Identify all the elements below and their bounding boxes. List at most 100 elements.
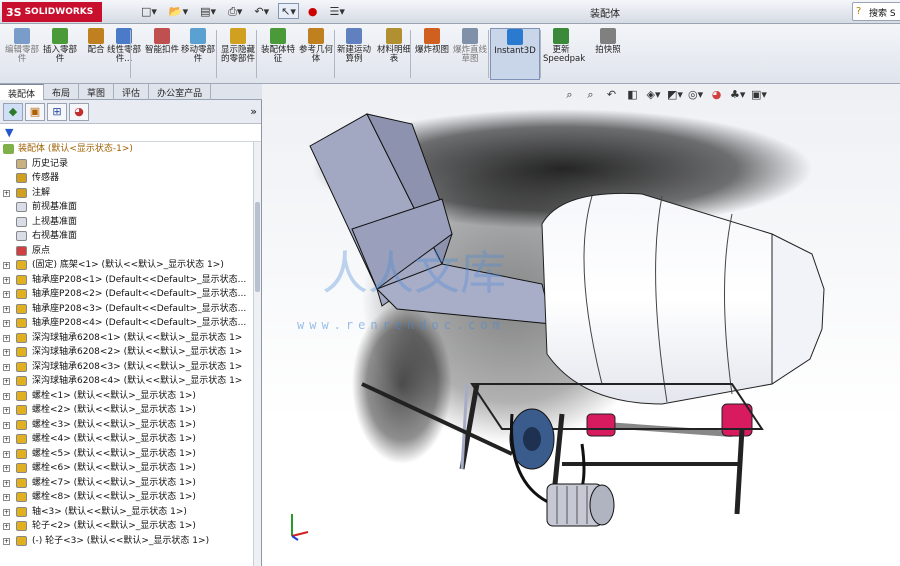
tree-item[interactable]: 原点 (0, 244, 256, 259)
tree-scrollbar[interactable] (253, 142, 261, 566)
tree-root[interactable]: 装配体 (默认<显示状态-1>) (0, 142, 256, 157)
display-manager-icon[interactable]: ◕ (69, 102, 89, 121)
tab-0[interactable]: 装配体 (0, 84, 45, 100)
command-linear-pattern[interactable]: 线性零部件... (106, 28, 142, 80)
command-label: 装配体特征 (260, 45, 295, 64)
command-smart-fastener[interactable]: 智能扣件 (144, 28, 180, 80)
command-assembly-feature[interactable]: 装配体特征 (260, 28, 296, 80)
search-input[interactable]: ? 搜索 S (852, 2, 900, 21)
expand-icon[interactable]: + (3, 262, 10, 269)
expand-icon[interactable]: + (3, 508, 10, 516)
tab-1[interactable]: 布局 (44, 84, 80, 100)
command-show-hidden[interactable]: 显示隐藏的零部件 (220, 28, 256, 80)
command-speedpak[interactable]: 更新Speedpak (543, 28, 585, 80)
tree-item[interactable]: + 螺栓<7> (默认<<默认>_显示状态 1>) (0, 476, 256, 491)
solidworks-window: 3S SOLIDWORKS □▾ 📂▾ ▤▾ ⎙▾ ↶▾ ↖▾ ● ☰▾ 装配体… (0, 0, 900, 566)
motor-coupling-left (586, 413, 616, 437)
tree-item[interactable]: + 深沟球轴承6208<3> (默认<<默认>_显示状态 1> (0, 360, 256, 375)
command-reference-geometry[interactable]: 参考几何体 (298, 28, 334, 80)
tree-item[interactable]: + 螺栓<2> (默认<<默认>_显示状态 1>) (0, 403, 256, 418)
tree-item-label: 前视基准面 (32, 202, 78, 212)
tree-item[interactable]: + 深沟球轴承6208<1> (默认<<默认>_显示状态 1> (0, 331, 256, 346)
tab-4[interactable]: 办公室产品 (149, 84, 212, 100)
tree-item[interactable]: + 螺栓<5> (默认<<默认>_显示状态 1>) (0, 447, 256, 462)
expand-icon[interactable]: + (3, 320, 10, 327)
tree-item[interactable]: + (固定) 底架<1> (默认<<默认>_显示状态 1>) (0, 258, 256, 273)
expand-icon[interactable]: + (3, 450, 10, 458)
command-move-component[interactable]: 移动零部件 (180, 28, 216, 80)
expand-icon[interactable]: + (3, 305, 10, 313)
tree-item[interactable]: + 轴承座P208<3> (Default<<Default>_显示状态... (0, 302, 256, 317)
command-explode-view[interactable]: 爆炸视图 (414, 28, 450, 80)
tree-item[interactable]: + 螺栓<6> (默认<<默认>_显示状态 1>) (0, 461, 256, 476)
expand-icon[interactable]: + (3, 363, 10, 371)
tree-item-label: 轴承座P208<3> (Default<<Default>_显示状态... (32, 303, 247, 314)
tree-item[interactable]: + 螺栓<4> (默认<<默认>_显示状态 1>) (0, 432, 256, 447)
traffic-light-icon[interactable]: ● (305, 3, 321, 19)
expand-icon[interactable]: + (3, 276, 10, 284)
solidworks-logo[interactable]: 3S SOLIDWORKS (2, 2, 102, 22)
tree-item[interactable]: + 螺栓<3> (默认<<默认>_显示状态 1>) (0, 418, 256, 433)
expand-icon[interactable]: + (3, 421, 10, 429)
expand-icon[interactable]: + (3, 523, 10, 530)
command-edit-component[interactable]: 编辑零部件 (4, 28, 40, 80)
command-explode-line[interactable]: 爆炸直线草图 (452, 28, 488, 80)
command-label: 爆炸视图 (414, 45, 449, 55)
expand-icon[interactable]: + (3, 537, 10, 545)
expand-more-icon[interactable]: » (250, 105, 257, 118)
tree-item[interactable]: + 深沟球轴承6208<4> (默认<<默认>_显示状态 1> (0, 374, 256, 389)
tree-item[interactable]: 历史记录 (0, 157, 256, 172)
open-icon[interactable]: 📂▾ (166, 3, 191, 19)
command-bom[interactable]: 材料明细表 (376, 28, 412, 80)
expand-icon[interactable]: + (3, 189, 10, 197)
options-icon[interactable]: ☰▾ (327, 3, 348, 19)
expand-icon[interactable]: + (3, 349, 10, 356)
tree-item[interactable]: 右视基准面 (0, 229, 256, 244)
tree-item[interactable]: + 螺栓<8> (默认<<默认>_显示状态 1>) (0, 490, 256, 505)
print-icon[interactable]: ⎙▾ (225, 3, 245, 19)
expand-icon[interactable]: + (3, 465, 10, 472)
tree-item[interactable]: + 注解 (0, 186, 256, 201)
select-icon[interactable]: ↖▾ (278, 3, 299, 19)
rebuild-icon[interactable]: ▤▾ (197, 3, 219, 19)
expand-icon[interactable]: + (3, 407, 10, 414)
command-label: 移动零部件 (180, 45, 215, 64)
command-snapshot[interactable]: 拍快照 (590, 28, 626, 80)
undo-icon[interactable]: ↶▾ (251, 3, 272, 19)
filter-icon[interactable]: ▼ (0, 124, 261, 142)
tree-item[interactable]: + 轴承座P208<2> (Default<<Default>_显示状态... (0, 287, 256, 302)
part-icon (16, 477, 27, 488)
graphics-viewport[interactable]: ⌕ ⌕ ↶ ◧ ◈▾ ◩▾ ◎▾ ◕ ♣▾ ▣▾ 人人文库 www.renren… (262, 84, 900, 566)
configuration-manager-icon[interactable]: ⊞ (47, 102, 67, 121)
command-insert-component[interactable]: 插入零部件 (42, 28, 78, 80)
new-icon[interactable]: □▾ (138, 3, 160, 19)
explode-view-icon (424, 28, 440, 44)
tab-3[interactable]: 评估 (114, 84, 150, 100)
sensor-icon (16, 173, 27, 183)
command-instant3d[interactable]: Instant3D (490, 28, 540, 80)
toolbar-separator (334, 30, 335, 78)
tree-item[interactable]: + 轴承座P208<4> (Default<<Default>_显示状态... (0, 316, 256, 331)
tree-item[interactable]: + 轴承座P208<1> (Default<<Default>_显示状态... (0, 273, 256, 288)
tree-item[interactable]: + 螺栓<1> (默认<<默认>_显示状态 1>) (0, 389, 256, 404)
expand-icon[interactable]: + (3, 334, 10, 342)
expand-icon[interactable]: + (3, 494, 10, 501)
expand-icon[interactable]: + (3, 436, 10, 443)
tree-item[interactable]: + (-) 轮子<3> (默认<<默认>_显示状态 1>) (0, 534, 256, 549)
tab-2[interactable]: 草图 (79, 84, 115, 100)
tree-item[interactable]: + 轴<3> (默认<<默认>_显示状态 1>) (0, 505, 256, 520)
property-manager-icon[interactable]: ▣ (25, 102, 45, 121)
expand-icon[interactable]: + (3, 479, 10, 487)
expand-icon[interactable]: + (3, 378, 10, 385)
feature-manager-icon[interactable]: ◆ (3, 102, 23, 121)
command-label: 新建运动算例 (336, 45, 371, 64)
command-motion-study[interactable]: 新建运动算例 (336, 28, 372, 80)
expand-icon[interactable]: + (3, 291, 10, 298)
tree-item[interactable]: + 深沟球轴承6208<2> (默认<<默认>_显示状态 1> (0, 345, 256, 360)
tree-item[interactable]: 前视基准面 (0, 200, 256, 215)
tree-item[interactable]: 传感器 (0, 171, 256, 186)
tree-item[interactable]: + 轮子<2> (默认<<默认>_显示状态 1>) (0, 519, 256, 534)
expand-icon[interactable]: + (3, 392, 10, 400)
tree-scroll-thumb[interactable] (255, 202, 260, 292)
tree-item[interactable]: 上视基准面 (0, 215, 256, 230)
